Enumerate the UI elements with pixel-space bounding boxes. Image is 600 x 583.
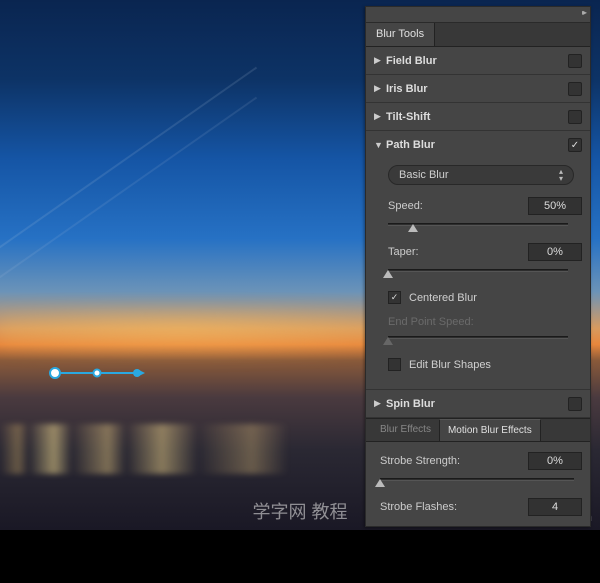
edit-shapes-checkbox[interactable] (388, 358, 401, 371)
tab-blur-effects[interactable]: Blur Effects (372, 419, 439, 441)
panel-collapse-button[interactable] (366, 7, 590, 23)
endpoint-speed-label: End Point Speed: (388, 316, 474, 328)
tilt-shift-label: Tilt-Shift (386, 111, 568, 123)
section-field-blur[interactable]: ▶ Field Blur (366, 47, 590, 75)
field-blur-label: Field Blur (386, 55, 568, 67)
taper-slider[interactable] (388, 265, 568, 279)
path-blur-controls: Basic Blur ▴▾ Speed: 50% Taper: 0% (366, 159, 590, 389)
endpoint-speed-param: End Point Speed: (388, 316, 582, 346)
chevron-down-icon: ▼ (374, 140, 386, 150)
blur-tools-panel: Blur Tools ▶ Field Blur ▶ Iris Blur ▶ Ti… (365, 6, 591, 527)
select-value: Basic Blur (399, 169, 449, 181)
speed-param: Speed: 50% (388, 197, 582, 233)
section-spin-blur[interactable]: ▶ Spin Blur (366, 390, 590, 418)
path-blur-checkbox[interactable] (568, 138, 582, 152)
select-arrows-icon: ▴▾ (559, 168, 563, 182)
iris-blur-checkbox[interactable] (568, 82, 582, 96)
path-blur-mode-select[interactable]: Basic Blur ▴▾ (388, 165, 574, 185)
speed-input[interactable]: 50% (528, 197, 582, 215)
taper-param: Taper: 0% (388, 243, 582, 279)
effects-tabbar: Blur Effects Motion Blur Effects (366, 418, 590, 442)
path-blur-label: Path Blur (386, 139, 568, 151)
section-path-blur[interactable]: ▼ Path Blur (366, 131, 590, 159)
strobe-flashes-label: Strobe Flashes: (380, 501, 457, 513)
section-tilt-shift[interactable]: ▶ Tilt-Shift (366, 103, 590, 131)
watermark-center: 学字网 教程 (252, 498, 347, 524)
chevron-right-icon: ▶ (374, 398, 386, 409)
centered-blur-checkbox[interactable] (388, 291, 401, 304)
endpoint-speed-slider (388, 332, 568, 346)
field-blur-checkbox[interactable] (568, 54, 582, 68)
edit-shapes-label: Edit Blur Shapes (409, 359, 491, 371)
tab-motion-blur-effects[interactable]: Motion Blur Effects (439, 419, 541, 441)
strobe-strength-param: Strobe Strength: 0% (380, 452, 582, 488)
chevron-right-icon: ▶ (374, 55, 386, 66)
tab-blur-tools[interactable]: Blur Tools (366, 23, 435, 46)
path-blur-handle[interactable] (49, 366, 149, 384)
iris-blur-label: Iris Blur (386, 83, 568, 95)
speed-label: Speed: (388, 200, 423, 212)
centered-blur-label: Centered Blur (409, 292, 477, 304)
taper-input[interactable]: 0% (528, 243, 582, 261)
speed-slider[interactable] (388, 219, 568, 233)
strobe-strength-slider[interactable] (380, 474, 574, 488)
section-iris-blur[interactable]: ▶ Iris Blur (366, 75, 590, 103)
spin-blur-label: Spin Blur (386, 398, 568, 410)
centered-blur-row: Centered Blur (388, 291, 582, 304)
tilt-shift-checkbox[interactable] (568, 110, 582, 124)
motion-effects-controls: Strobe Strength: 0% Strobe Flashes: 4 (366, 442, 590, 516)
panel-tabbar: Blur Tools (366, 23, 590, 47)
strobe-flashes-param: Strobe Flashes: 4 (380, 498, 582, 516)
taper-label: Taper: (388, 246, 419, 258)
spin-blur-checkbox[interactable] (568, 397, 582, 411)
strobe-flashes-input[interactable]: 4 (528, 498, 582, 516)
chevron-right-icon: ▶ (374, 83, 386, 94)
strobe-strength-label: Strobe Strength: (380, 455, 460, 467)
chevron-right-icon: ▶ (374, 111, 386, 122)
strobe-strength-input[interactable]: 0% (528, 452, 582, 470)
edit-shapes-row: Edit Blur Shapes (388, 358, 582, 371)
